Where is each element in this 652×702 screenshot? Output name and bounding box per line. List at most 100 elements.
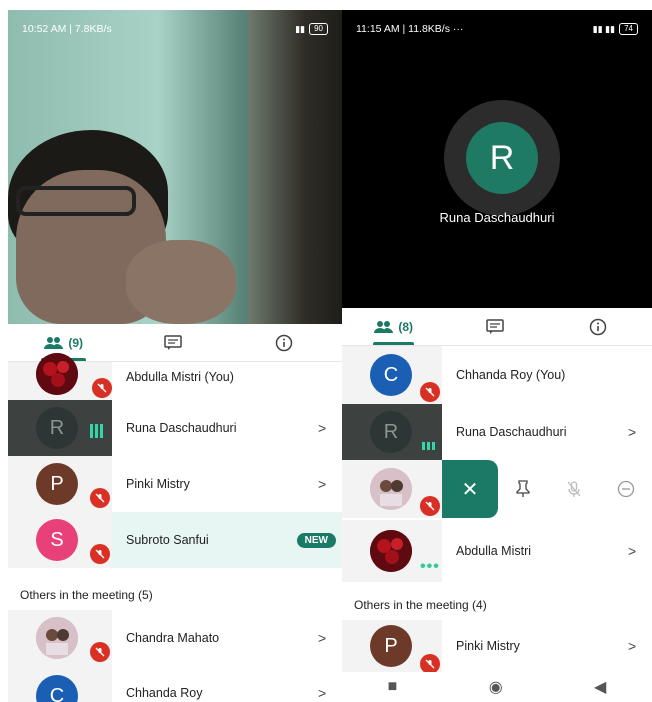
participant-name: Abdulla Mistri (You) [126,370,234,384]
status-time: 10:52 AM | 7.8KB/s [22,23,112,35]
speaking-indicator-icon [90,424,103,438]
avatar: S [36,519,78,561]
avatar: P [36,463,78,505]
status-extra: ··· [452,23,464,35]
participant-row[interactable]: R Runa Daschaudhuri > [342,404,652,460]
tab-bar: (8) [342,308,652,346]
chevron-right-icon[interactable]: > [628,638,652,654]
participant-row[interactable]: Abdulla Mistri (You) [8,353,342,400]
participant-row[interactable]: P Pinki Mistry > [8,456,342,512]
recents-icon[interactable]: ■ [388,678,398,696]
participant-name: Chhanda Roy (You) [456,368,566,382]
participant-name: Abdulla Mistri [456,544,532,558]
others-section-title: Others in the meeting (4) [354,598,487,612]
participant-thumb [8,353,112,400]
avatar: C [36,675,78,702]
participant-thumb: C [342,346,442,404]
participant-name: Chhanda Roy [126,686,203,700]
participant-row[interactable]: C Chhanda Roy > [8,666,342,702]
left-screenshot: 10:52 AM | 7.8KB/s ▮▮ 90 (9) Abdulla Mis… [8,10,342,702]
participant-actions-row: ✕ [342,460,652,518]
mic-off-icon [420,654,440,674]
chevron-right-icon[interactable]: > [318,476,342,492]
mic-off-icon [90,488,110,508]
avatar: R [36,407,78,449]
tab-chat[interactable] [119,324,230,361]
chevron-right-icon[interactable]: > [318,685,342,701]
participant-name: Pinki Mistry [126,477,190,491]
participant-name: Runa Daschaudhuri [456,425,567,439]
tab-people[interactable]: (8) [342,308,445,345]
signal-icon: ▮▮ ▮▮ [592,23,616,34]
people-count: (9) [68,335,83,350]
participant-thumb: C [8,666,112,702]
avatar-photo [36,617,78,659]
participant-thumb: P [342,620,442,674]
people-icon [44,336,64,349]
people-count: (8) [398,319,413,334]
participant-row[interactable]: S Subroto Sanfui NEW [8,512,342,568]
pin-icon[interactable] [515,480,531,498]
participant-thumb: P [8,456,112,512]
participant-thumb: ••• [342,520,442,582]
participant-name: Chandra Mahato [126,631,220,645]
status-bar: 11:15 AM | 11.8KB/s ··· ▮▮ ▮▮ 74 [342,10,652,48]
participant-thumb [342,460,442,518]
mute-participant-icon[interactable] [566,480,582,498]
avatar-roses [370,530,412,572]
mic-off-icon [420,382,440,402]
chat-icon [164,334,182,350]
status-bar: 10:52 AM | 7.8KB/s ▮▮ 90 [8,10,342,48]
chevron-right-icon[interactable]: > [628,543,652,559]
speaker-avatar: R [466,122,538,194]
new-badge: NEW [296,532,336,548]
mic-off-icon [92,378,112,398]
battery-icon: 74 [619,23,638,35]
chat-icon [486,318,504,334]
battery-icon: 90 [309,23,328,35]
info-icon [590,318,607,335]
participant-row[interactable]: Chandra Mahato > [8,610,342,666]
chevron-right-icon[interactable]: > [318,630,342,646]
participant-thumb: R [342,404,442,460]
participant-name: Subroto Sanfui [126,533,209,547]
close-actions-button[interactable]: ✕ [442,460,498,518]
participant-thumb: R [8,400,112,456]
chevron-right-icon[interactable]: > [628,424,652,440]
mic-off-icon [90,642,110,662]
people-icon [374,320,394,333]
remove-participant-icon[interactable] [617,480,635,498]
more-indicator-icon: ••• [420,558,440,575]
right-screenshot: R Runa Daschaudhuri 11:15 AM | 11.8KB/s … [342,10,652,702]
participant-name: Runa Daschaudhuri [126,421,237,435]
tab-chat[interactable] [445,308,548,345]
mic-off-icon [90,544,110,564]
tab-info[interactable] [549,308,652,345]
participant-name: Pinki Mistry [456,639,520,653]
home-icon[interactable]: ◉ [489,677,503,697]
tab-info[interactable] [231,324,342,361]
avatar: P [370,625,412,667]
signal-icon: ▮▮ [295,23,306,34]
participant-thumb [8,610,112,666]
others-section-title: Others in the meeting (5) [20,588,153,602]
participant-video [8,10,342,324]
chevron-right-icon[interactable]: > [318,420,342,436]
mic-off-icon [420,496,440,516]
back-icon[interactable]: ◀ [594,677,606,697]
speaking-indicator-icon [422,442,435,450]
info-icon [276,334,293,351]
participant-row[interactable]: ••• Abdulla Mistri > [342,520,652,582]
status-time: 11:15 AM | 11.8KB/s [356,23,450,35]
avatar-roses [36,353,78,395]
avatar: R [370,411,412,453]
speaker-name: Runa Daschaudhuri [439,210,555,225]
close-icon: ✕ [461,478,479,501]
avatar: C [370,354,412,396]
avatar-photo [370,468,412,510]
participant-row[interactable]: R Runa Daschaudhuri > [8,400,342,456]
participant-row[interactable]: C Chhanda Roy (You) [342,346,652,404]
participant-row[interactable]: P Pinki Mistry > [342,620,652,674]
android-nav-bar: ■ ◉ ◀ [342,672,652,702]
speaker-stage: R Runa Daschaudhuri [342,10,652,308]
